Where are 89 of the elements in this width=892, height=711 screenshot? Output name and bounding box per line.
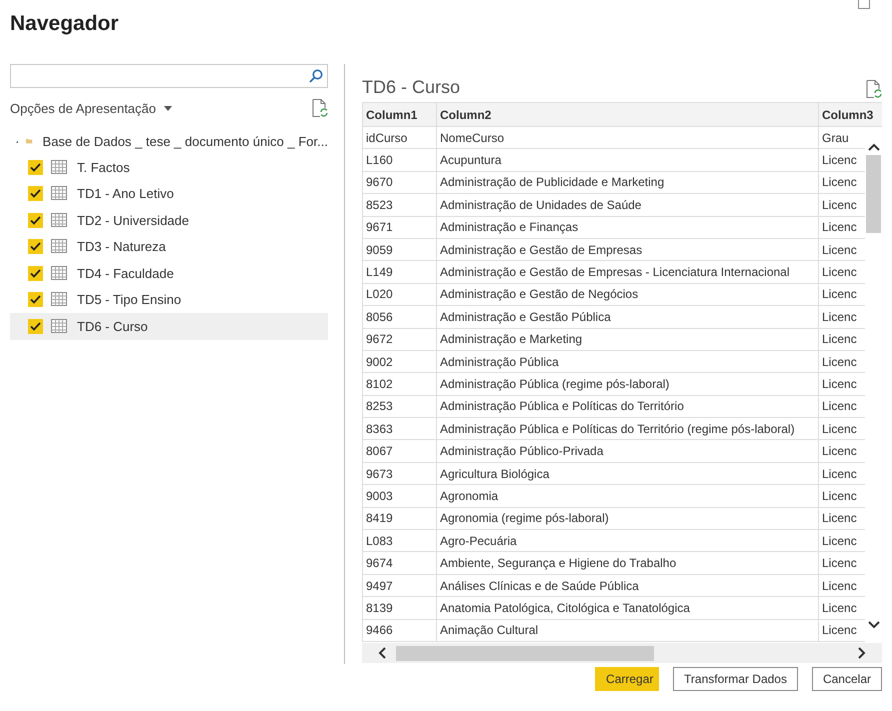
table-cell: 9672 (362, 328, 436, 350)
table-cell: Administração e Gestão Pública (436, 306, 818, 328)
table-cell: Acupuntura (436, 149, 818, 171)
table-cell: 9674 (362, 552, 436, 574)
table-cell: 9670 (362, 172, 436, 194)
table-icon (51, 212, 67, 228)
search-icon (309, 69, 323, 83)
table-cell: 8056 (362, 306, 436, 328)
table-cell: Administração Pública e Políticas do Território (436, 396, 818, 418)
table-cell: Anatomia Patológica, Citológica e Tanatológica (436, 597, 818, 619)
table-cell: Agro-Pecuária (436, 530, 818, 552)
table-cell: 9466 (362, 620, 436, 641)
table-cell: Administração e Finanças (436, 216, 818, 238)
table-icon (51, 292, 67, 308)
checkbox[interactable] (28, 292, 43, 308)
table-cell: 8363 (362, 418, 436, 440)
table-cell: Administração e Gestão de Empresas (436, 238, 818, 260)
scroll-up-icon[interactable] (868, 143, 880, 151)
tree-folder-item[interactable]: Base de Dados _ tese _ documento único _ For... (10, 128, 328, 154)
checkbox[interactable] (28, 239, 43, 254)
preview-title: TD6 - Curso (362, 77, 460, 98)
table-cell: L020 (362, 284, 436, 306)
table-cell: 9059 (362, 238, 436, 260)
table-cell: 9002 (362, 350, 436, 372)
column-header: Column2 (436, 103, 818, 126)
table-cell: Animação Cultural (436, 620, 818, 641)
table-cell: idCurso (362, 127, 436, 148)
table-icon (51, 239, 67, 254)
table-cell: 9497 (362, 574, 436, 596)
table-cell: Agronomia (436, 485, 818, 507)
scroll-down-icon[interactable] (868, 621, 880, 629)
dialog-button[interactable]: Cancelar (812, 667, 882, 691)
refresh-icon[interactable] (866, 80, 882, 98)
table-cell: 9673 (362, 462, 436, 484)
table-cell: Ambiente, Segurança e Higiene do Trabalho (436, 552, 818, 574)
scroll-left-icon[interactable] (378, 647, 386, 659)
search-field[interactable] (10, 64, 328, 88)
table-cell: Administração e Gestão de Negócios (436, 284, 818, 306)
tree-item[interactable]: TD3 - Natureza (10, 234, 328, 260)
display-options-dropdown[interactable]: Opções de Apresentação (10, 100, 172, 116)
table-icon (51, 318, 67, 334)
table-cell: Administração e Marketing (436, 328, 818, 350)
table-cell: Administração Público-Privada (436, 440, 818, 462)
tree-item[interactable]: TD4 - Faculdade (10, 260, 328, 286)
table-cell: 8139 (362, 597, 436, 619)
table-icon (51, 266, 67, 281)
table-icon (51, 186, 67, 202)
horizontal-scrollbar[interactable] (362, 643, 882, 663)
table-cell: Administração de Publicidade e Marketing (436, 172, 818, 194)
refresh-icon[interactable] (312, 99, 328, 117)
checkbox[interactable] (28, 212, 43, 228)
checkbox[interactable] (28, 318, 43, 334)
table-cell: Análises Clínicas e de Saúde Pública (436, 574, 818, 596)
checkbox[interactable] (28, 186, 43, 202)
table-cell: 8523 (362, 194, 436, 216)
load-button[interactable]: Carregar (595, 667, 660, 691)
tree-item[interactable]: TD6 - Curso (10, 313, 328, 340)
tree-item[interactable]: TD5 - Tipo Ensino (10, 286, 328, 313)
tree-item[interactable]: T. Factos (10, 154, 328, 180)
table-cell: NomeCurso (436, 127, 818, 148)
dialog-button[interactable]: Transformar Dados (673, 667, 798, 691)
table-cell: 8419 (362, 508, 436, 530)
checkbox[interactable] (28, 160, 43, 175)
table-cell: 9003 (362, 485, 436, 507)
table-cell: Administração e Gestão de Empresas - Licenciatura Internacional (436, 261, 818, 283)
table-cell: Administração Pública e Políticas do Território (regime pós-laboral) (436, 418, 818, 440)
window-title: Navegador (10, 11, 119, 37)
table-cell: L083 (362, 530, 436, 552)
caret-icon[interactable] (164, 106, 172, 110)
table-cell: 8253 (362, 396, 436, 418)
checkbox[interactable] (28, 266, 43, 281)
scroll-right-icon[interactable] (858, 647, 866, 659)
table-cell: Agronomia (regime pós-laboral) (436, 508, 818, 530)
scroll-thumb[interactable] (866, 155, 881, 233)
table-cell: Administração de Unidades de Saúde (436, 194, 818, 216)
maximize-icon[interactable] (858, 0, 870, 9)
table-icon (51, 160, 67, 175)
table-cell: 8067 (362, 440, 436, 462)
table-cell: 8102 (362, 373, 436, 395)
table-cell: L160 (362, 149, 436, 171)
column-header: Column3 (818, 103, 882, 126)
table-cell: 9671 (362, 216, 436, 238)
column-header: Column1 (362, 103, 436, 126)
table-cell: L149 (362, 261, 436, 283)
tree-item[interactable]: TD2 - Universidade (10, 207, 328, 234)
table-cell: Administração Pública (regime pós-laboral) (436, 373, 818, 395)
table-cell: Agricultura Biológica (436, 462, 818, 484)
tree-item[interactable]: TD1 - Ano Letivo (10, 180, 328, 207)
table-cell: Administração Pública (436, 350, 818, 372)
